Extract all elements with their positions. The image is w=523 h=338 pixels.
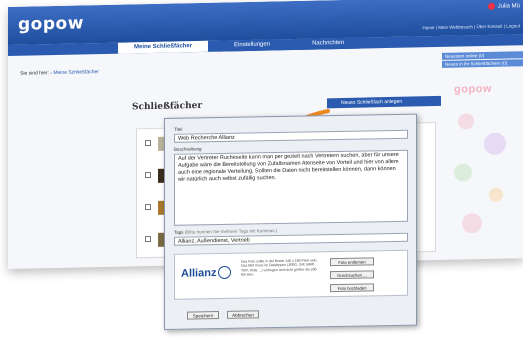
- row-checkbox[interactable]: [145, 236, 151, 243]
- tags-hint: (Bitte trennen Sie mehrere Tags mit Komm…: [184, 228, 278, 235]
- user-name: Julia Mü: [497, 2, 520, 10]
- right-panel: Neuesten online (0) Neues in Ihr Schließ…: [442, 51, 523, 69]
- remove-photo-button[interactable]: Foto entfernen: [330, 257, 374, 267]
- doodle-icon: [489, 187, 503, 202]
- edit-locker-dialog: Titel Web Recherche Allianz Beschreibung…: [164, 113, 417, 331]
- tab-lockers[interactable]: Meine Schließfächer: [118, 40, 209, 54]
- logo-panel: Allianz Das Foto sollte in der Breite 14…: [174, 249, 408, 300]
- row-checkbox[interactable]: [145, 140, 151, 147]
- upload-photo-button[interactable]: Foto hochladen: [330, 283, 374, 293]
- new-locker-button[interactable]: Neues Schließfach anlegen: [327, 95, 441, 109]
- tab-settings[interactable]: Einstellungen: [218, 39, 287, 52]
- save-button[interactable]: Speichern: [187, 311, 219, 320]
- logo: gopow: [18, 13, 84, 35]
- breadcrumb: Sie sind hier: › Meine Schließfächer: [20, 69, 99, 77]
- title-label: Titel: [174, 126, 183, 132]
- page-title: Schließfächer: [132, 100, 203, 113]
- allianz-logo: Allianz: [181, 267, 217, 280]
- description-textarea[interactable]: Auf der Vertreter Rucheseite kann man pe…: [174, 149, 408, 226]
- browse-button[interactable]: Durchsuchen ...: [330, 270, 374, 280]
- doodle-icon: [484, 132, 506, 156]
- user-area[interactable]: Julia Mü: [487, 2, 520, 10]
- tags-input[interactable]: Allianz, Außendienst, Vertrieb: [174, 232, 408, 246]
- screenshot-stage: gopow Julia Mü Home | Mein Webbesuch | Ü…: [0, 0, 523, 338]
- row-checkbox[interactable]: [145, 172, 151, 179]
- breadcrumb-link[interactable]: › Meine Schließfächer: [50, 69, 99, 76]
- description-label: Beschreibung: [174, 146, 202, 152]
- doodle-icon: [462, 213, 482, 234]
- user-avatar-icon: [487, 2, 495, 10]
- tags-label-text: Tags: [174, 229, 184, 235]
- right-panel-item[interactable]: Neues in Ihr Schließfächern (0): [442, 59, 523, 68]
- breadcrumb-prefix: Sie sind hier:: [20, 70, 49, 77]
- decorative-doodles: [444, 92, 523, 254]
- tab-messages[interactable]: Nachrichten: [296, 37, 361, 50]
- title-input[interactable]: Web Recherche Allianz: [174, 129, 408, 143]
- tags-label: Tags (Bitte trennen Sie mehrere Tags mit…: [174, 228, 277, 235]
- doodle-icon: [454, 163, 472, 182]
- allianz-emblem-icon: [218, 265, 231, 280]
- cancel-button[interactable]: Abbrechen: [227, 310, 259, 319]
- row-checkbox[interactable]: [145, 204, 151, 211]
- doodle-icon: [458, 113, 474, 130]
- logo-note: Das Foto sollte in der Breite 140 x 180 …: [241, 258, 318, 277]
- top-links[interactable]: Home | Mein Webbesuch | Über Konsult | L…: [423, 23, 520, 30]
